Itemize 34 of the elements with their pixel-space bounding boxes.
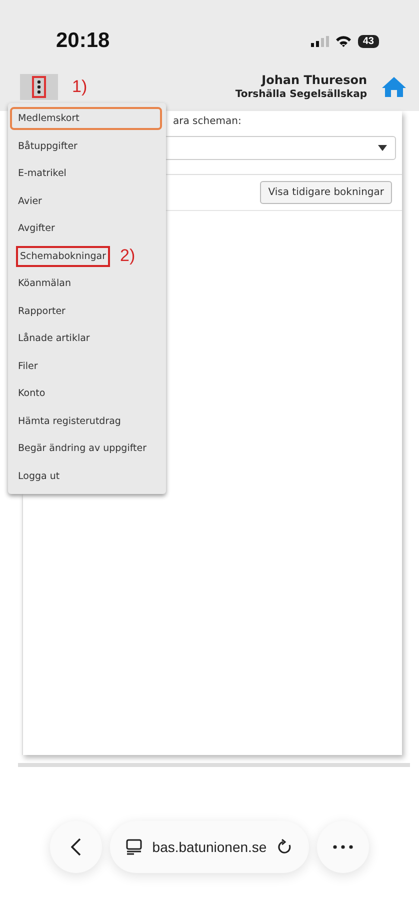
menu-item[interactable]: Medlemskort	[10, 107, 162, 130]
menu-item[interactable]: Logga ut	[10, 464, 68, 488]
menu-item[interactable]: Lånade artiklar	[10, 327, 98, 350]
menu-item[interactable]: Filer	[10, 354, 46, 378]
menu-item[interactable]: Avier	[10, 190, 50, 213]
user-name: Johan Thureson	[262, 73, 367, 87]
menu-item[interactable]: Hämta registerutdrag	[10, 410, 129, 433]
reload-icon[interactable]	[276, 839, 293, 855]
menu-item[interactable]: Schemabokningar	[16, 246, 110, 267]
annotation-label: 1)	[72, 76, 88, 96]
field-label: ara scheman:	[173, 116, 242, 127]
url-text: bas.batunionen.se	[152, 839, 267, 855]
menu-item[interactable]: Båtuppgifter	[10, 134, 86, 158]
back-chevron-icon	[71, 838, 82, 856]
wifi-icon	[334, 35, 352, 47]
club-name: Torshälla Segelsällskap	[235, 89, 367, 100]
menu-item[interactable]: Rapporter	[10, 300, 74, 323]
menu-item[interactable]: Avgifter	[10, 217, 63, 240]
vertical-dots-icon	[37, 80, 41, 94]
signal-icon	[310, 36, 329, 46]
menu-item[interactable]: Konto	[10, 382, 54, 406]
caret-icon	[378, 145, 387, 151]
history-button[interactable]: Visa tidigare bokningar	[260, 181, 392, 204]
menu-button[interactable]	[20, 74, 58, 100]
annotation-label: 2)	[120, 246, 136, 266]
battery-indicator: 43	[358, 34, 379, 48]
menu-item[interactable]: Köanmälan	[10, 272, 79, 296]
menu-item[interactable]: Begär ändring av uppgifter	[10, 437, 154, 460]
address-bar[interactable]: bas.batunionen.se	[110, 821, 309, 873]
tabs-icon	[126, 839, 142, 855]
home-icon[interactable]	[381, 76, 407, 98]
status-time: 20:18	[56, 29, 110, 53]
menu-item[interactable]: E-matrikel	[10, 162, 74, 186]
more-dots-icon	[332, 845, 353, 849]
